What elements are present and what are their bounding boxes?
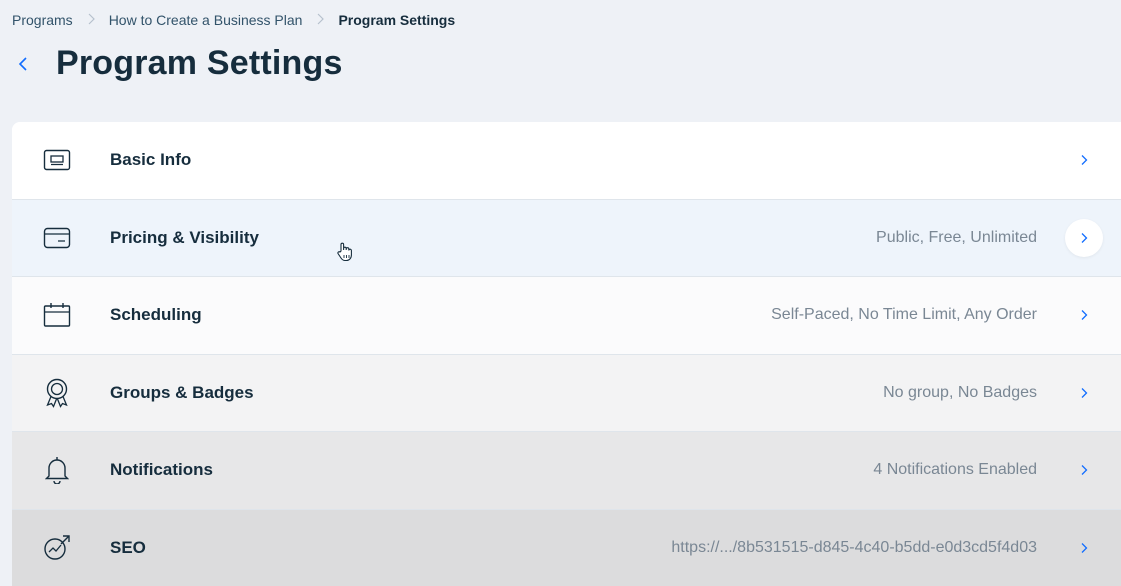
page-title: Program Settings (56, 44, 343, 82)
display-icon (42, 145, 72, 175)
breadcrumb-separator-icon (316, 13, 325, 28)
settings-row-scheduling[interactable]: Scheduling Self-Paced, No Time Limit, An… (12, 277, 1121, 355)
settings-row-value: Public, Free, Unlimited (876, 228, 1037, 246)
settings-row-seo[interactable]: SEO https://.../8b531515-d845-4c40-b5dd-… (12, 509, 1121, 586)
calendar-icon (42, 300, 72, 330)
badge-icon (42, 378, 72, 408)
settings-row-label: SEO (110, 538, 146, 558)
chevron-right-icon[interactable] (1065, 218, 1103, 257)
chevron-right-icon[interactable] (1065, 296, 1103, 334)
card-icon (42, 223, 72, 253)
program-settings-page: Programs How to Create a Business Plan P… (0, 0, 1121, 586)
chevron-right-icon[interactable] (1065, 529, 1103, 567)
settings-row-notifications[interactable]: Notifications 4 Notifications Enabled (12, 432, 1121, 510)
settings-row-value: 4 Notifications Enabled (873, 461, 1037, 479)
settings-list: Basic Info Pricing & Visibility Public, … (12, 122, 1121, 586)
breadcrumb-programs[interactable]: Programs (12, 12, 73, 28)
back-chevron-icon[interactable] (12, 53, 34, 75)
hand-cursor-icon (336, 242, 354, 267)
settings-row-basic-info[interactable]: Basic Info (12, 122, 1121, 200)
settings-row-value: https://.../8b531515-d845-4c40-b5dd-e0d3… (671, 539, 1037, 557)
chevron-right-icon[interactable] (1065, 141, 1103, 179)
chevron-right-icon[interactable] (1065, 451, 1103, 489)
seo-icon (42, 533, 72, 563)
breadcrumb: Programs How to Create a Business Plan P… (12, 12, 455, 28)
bell-icon (42, 455, 72, 485)
breadcrumb-separator-icon (87, 13, 95, 28)
settings-row-label: Pricing & Visibility (110, 227, 259, 247)
settings-row-label: Notifications (110, 460, 213, 480)
settings-row-groups-badges[interactable]: Groups & Badges No group, No Badges (12, 354, 1121, 432)
settings-row-label: Scheduling (110, 305, 202, 325)
settings-row-label: Basic Info (110, 150, 192, 170)
settings-row-pricing-visibility[interactable]: Pricing & Visibility Public, Free, Unlim… (12, 199, 1121, 277)
settings-row-value: No group, No Badges (883, 383, 1037, 401)
breadcrumb-current: Program Settings (338, 12, 456, 28)
chevron-right-icon[interactable] (1065, 374, 1103, 412)
settings-row-label: Groups & Badges (110, 382, 254, 402)
breadcrumb-program[interactable]: How to Create a Business Plan (109, 12, 303, 28)
title-row: Program Settings (12, 44, 343, 83)
settings-row-value: Self-Paced, No Time Limit, Any Order (771, 306, 1037, 324)
